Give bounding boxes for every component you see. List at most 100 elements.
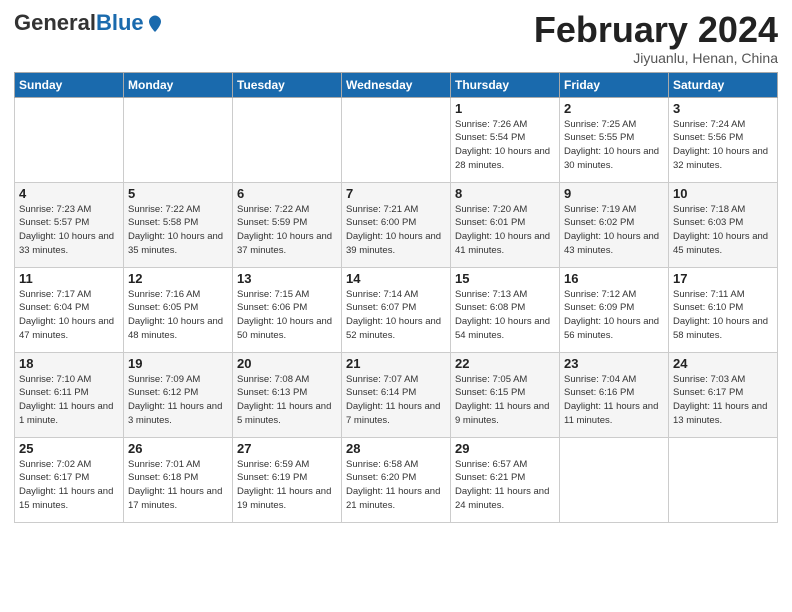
day-cell-3-4: 22 Sunrise: 7:05 AM Sunset: 6:15 PM Dayli… <box>451 352 560 437</box>
page-container: GeneralBlue February 2024 Jiyuanlu, Hena… <box>0 0 792 533</box>
day-info: Sunrise: 7:01 AM Sunset: 6:18 PM Dayligh… <box>128 458 228 513</box>
day-cell-1-0: 4 Sunrise: 7:23 AM Sunset: 5:57 PM Daylig… <box>15 182 124 267</box>
day-number: 26 <box>128 441 228 456</box>
day-number: 10 <box>673 186 773 201</box>
day-number: 20 <box>237 356 337 371</box>
day-cell-4-3: 28 Sunrise: 6:58 AM Sunset: 6:20 PM Dayli… <box>342 437 451 522</box>
day-cell-1-1: 5Sunrise: 7:22 AM Sunset: 5:58 PM Daylig… <box>124 182 233 267</box>
header: GeneralBlue February 2024 Jiyuanlu, Hena… <box>14 10 778 66</box>
day-info: Sunrise: 7:15 AM Sunset: 6:06 PM Dayligh… <box>237 288 337 343</box>
day-cell-3-1: 19 Sunrise: 7:09 AM Sunset: 6:12 PM Dayli… <box>124 352 233 437</box>
day-number: 12 <box>128 271 228 286</box>
day-cell-2-1: 12 Sunrise: 7:16 AM Sunset: 6:05 PM Dayli… <box>124 267 233 352</box>
day-info: Sunrise: 7:07 AM Sunset: 6:14 PM Dayligh… <box>346 373 446 428</box>
day-cell-1-4: 8Sunrise: 7:20 AM Sunset: 6:01 PM Daylig… <box>451 182 560 267</box>
day-cell-0-5: 2 Sunrise: 7:25 AM Sunset: 5:55 PM Daylig… <box>560 97 669 182</box>
day-cell-4-1: 26 Sunrise: 7:01 AM Sunset: 6:18 PM Dayli… <box>124 437 233 522</box>
day-cell-3-6: 24Sunrise: 7:03 AM Sunset: 6:17 PM Dayli… <box>669 352 778 437</box>
day-number: 27 <box>237 441 337 456</box>
col-sunday: Sunday <box>15 72 124 97</box>
day-info: Sunrise: 7:12 AM Sunset: 6:09 PM Dayligh… <box>564 288 664 343</box>
week-row-4: 25 Sunrise: 7:02 AM Sunset: 6:17 PM Dayli… <box>15 437 778 522</box>
day-number: 28 <box>346 441 446 456</box>
day-cell-0-2 <box>233 97 342 182</box>
logo-icon <box>146 14 164 32</box>
day-info: Sunrise: 7:21 AM Sunset: 6:00 PM Dayligh… <box>346 203 446 258</box>
day-number: 6 <box>237 186 337 201</box>
day-cell-4-2: 27Sunrise: 6:59 AM Sunset: 6:19 PM Dayli… <box>233 437 342 522</box>
day-cell-3-3: 21 Sunrise: 7:07 AM Sunset: 6:14 PM Dayli… <box>342 352 451 437</box>
day-number: 23 <box>564 356 664 371</box>
day-info: Sunrise: 7:09 AM Sunset: 6:12 PM Dayligh… <box>128 373 228 428</box>
day-info: Sunrise: 7:22 AM Sunset: 5:58 PM Dayligh… <box>128 203 228 258</box>
day-number: 2 <box>564 101 664 116</box>
day-number: 3 <box>673 101 773 116</box>
day-number: 8 <box>455 186 555 201</box>
day-info: Sunrise: 7:10 AM Sunset: 6:11 PM Dayligh… <box>19 373 119 428</box>
day-cell-2-6: 17Sunrise: 7:11 AM Sunset: 6:10 PM Dayli… <box>669 267 778 352</box>
day-cell-4-4: 29Sunrise: 6:57 AM Sunset: 6:21 PM Dayli… <box>451 437 560 522</box>
day-info: Sunrise: 7:23 AM Sunset: 5:57 PM Dayligh… <box>19 203 119 258</box>
day-number: 9 <box>564 186 664 201</box>
day-number: 4 <box>19 186 119 201</box>
calendar-header: Sunday Monday Tuesday Wednesday Thursday… <box>15 72 778 97</box>
day-info: Sunrise: 6:57 AM Sunset: 6:21 PM Dayligh… <box>455 458 555 513</box>
day-cell-1-3: 7 Sunrise: 7:21 AM Sunset: 6:00 PM Daylig… <box>342 182 451 267</box>
week-row-0: 1 Sunrise: 7:26 AM Sunset: 5:54 PM Daylig… <box>15 97 778 182</box>
day-info: Sunrise: 7:02 AM Sunset: 6:17 PM Dayligh… <box>19 458 119 513</box>
day-number: 19 <box>128 356 228 371</box>
logo-blue: Blue <box>96 10 144 36</box>
logo-general: General <box>14 10 96 36</box>
day-info: Sunrise: 7:24 AM Sunset: 5:56 PM Dayligh… <box>673 118 773 173</box>
day-cell-3-0: 18 Sunrise: 7:10 AM Sunset: 6:11 PM Dayli… <box>15 352 124 437</box>
day-cell-4-5 <box>560 437 669 522</box>
day-cell-4-6 <box>669 437 778 522</box>
day-number: 1 <box>455 101 555 116</box>
days-of-week-row: Sunday Monday Tuesday Wednesday Thursday… <box>15 72 778 97</box>
day-cell-0-0 <box>15 97 124 182</box>
day-info: Sunrise: 7:22 AM Sunset: 5:59 PM Dayligh… <box>237 203 337 258</box>
day-info: Sunrise: 7:26 AM Sunset: 5:54 PM Dayligh… <box>455 118 555 173</box>
day-cell-0-1 <box>124 97 233 182</box>
day-info: Sunrise: 7:05 AM Sunset: 6:15 PM Dayligh… <box>455 373 555 428</box>
subtitle: Jiyuanlu, Henan, China <box>534 50 778 66</box>
day-info: Sunrise: 7:25 AM Sunset: 5:55 PM Dayligh… <box>564 118 664 173</box>
logo: GeneralBlue <box>14 10 164 36</box>
day-number: 24 <box>673 356 773 371</box>
col-monday: Monday <box>124 72 233 97</box>
day-cell-2-5: 16 Sunrise: 7:12 AM Sunset: 6:09 PM Dayli… <box>560 267 669 352</box>
col-wednesday: Wednesday <box>342 72 451 97</box>
month-title: February 2024 <box>534 10 778 50</box>
day-cell-1-5: 9 Sunrise: 7:19 AM Sunset: 6:02 PM Daylig… <box>560 182 669 267</box>
day-info: Sunrise: 7:17 AM Sunset: 6:04 PM Dayligh… <box>19 288 119 343</box>
day-cell-2-3: 14Sunrise: 7:14 AM Sunset: 6:07 PM Dayli… <box>342 267 451 352</box>
day-info: Sunrise: 7:19 AM Sunset: 6:02 PM Dayligh… <box>564 203 664 258</box>
logo-text: GeneralBlue <box>14 10 164 36</box>
week-row-3: 18 Sunrise: 7:10 AM Sunset: 6:11 PM Dayli… <box>15 352 778 437</box>
day-number: 14 <box>346 271 446 286</box>
col-thursday: Thursday <box>451 72 560 97</box>
day-number: 16 <box>564 271 664 286</box>
day-info: Sunrise: 7:04 AM Sunset: 6:16 PM Dayligh… <box>564 373 664 428</box>
day-info: Sunrise: 7:18 AM Sunset: 6:03 PM Dayligh… <box>673 203 773 258</box>
day-cell-0-6: 3 Sunrise: 7:24 AM Sunset: 5:56 PM Daylig… <box>669 97 778 182</box>
day-number: 18 <box>19 356 119 371</box>
day-number: 21 <box>346 356 446 371</box>
day-cell-3-2: 20Sunrise: 7:08 AM Sunset: 6:13 PM Dayli… <box>233 352 342 437</box>
day-info: Sunrise: 7:13 AM Sunset: 6:08 PM Dayligh… <box>455 288 555 343</box>
day-info: Sunrise: 6:58 AM Sunset: 6:20 PM Dayligh… <box>346 458 446 513</box>
day-cell-1-6: 10 Sunrise: 7:18 AM Sunset: 6:03 PM Dayli… <box>669 182 778 267</box>
day-info: Sunrise: 7:11 AM Sunset: 6:10 PM Dayligh… <box>673 288 773 343</box>
day-cell-1-2: 6 Sunrise: 7:22 AM Sunset: 5:59 PM Daylig… <box>233 182 342 267</box>
col-tuesday: Tuesday <box>233 72 342 97</box>
day-cell-2-4: 15Sunrise: 7:13 AM Sunset: 6:08 PM Dayli… <box>451 267 560 352</box>
day-number: 25 <box>19 441 119 456</box>
day-number: 7 <box>346 186 446 201</box>
day-info: Sunrise: 7:16 AM Sunset: 6:05 PM Dayligh… <box>128 288 228 343</box>
week-row-2: 11Sunrise: 7:17 AM Sunset: 6:04 PM Dayli… <box>15 267 778 352</box>
day-cell-2-0: 11Sunrise: 7:17 AM Sunset: 6:04 PM Dayli… <box>15 267 124 352</box>
calendar-body: 1 Sunrise: 7:26 AM Sunset: 5:54 PM Daylig… <box>15 97 778 522</box>
day-number: 22 <box>455 356 555 371</box>
title-block: February 2024 Jiyuanlu, Henan, China <box>534 10 778 66</box>
day-cell-2-2: 13Sunrise: 7:15 AM Sunset: 6:06 PM Dayli… <box>233 267 342 352</box>
